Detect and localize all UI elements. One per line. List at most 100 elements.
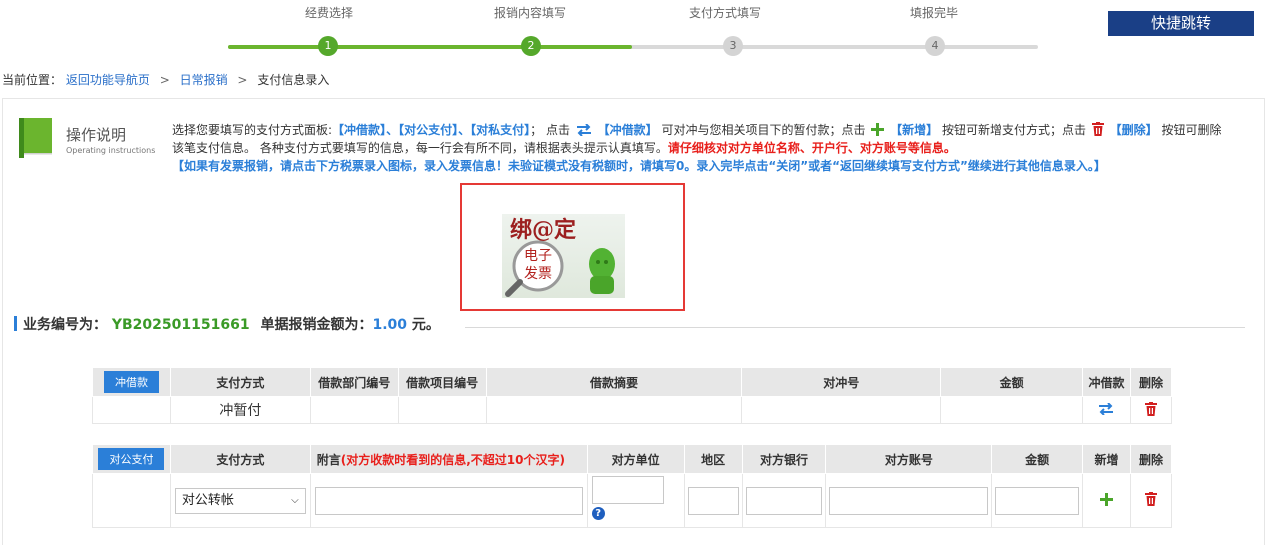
table-header: 支付方式 bbox=[169, 367, 311, 397]
table-cell bbox=[940, 396, 1083, 424]
table-cell: 对公转帐 ⌵ bbox=[169, 473, 311, 528]
table-cell bbox=[1082, 396, 1131, 424]
note-hint: (对方收款时看到的信息,不超过10个汉字) bbox=[340, 452, 565, 467]
instr-part: 可对冲与您相关项目下的暂付款；点击 bbox=[661, 123, 866, 137]
table-cell bbox=[683, 473, 743, 528]
table-header: 冲借款 bbox=[92, 367, 171, 397]
instructions-text: 选择您要填写的支付方式面板:【冲借款】、【对公支付】、【对私支付】； 点击 【冲… bbox=[172, 121, 1232, 175]
table-cell bbox=[741, 473, 827, 528]
table-cell bbox=[825, 473, 993, 528]
amount-input[interactable] bbox=[995, 486, 1080, 515]
breadcrumb-link-home[interactable]: 返回功能导航页 bbox=[66, 73, 150, 87]
chevron-down-icon: ⌵ bbox=[291, 494, 299, 506]
table-cell bbox=[309, 396, 399, 424]
swap-icon bbox=[576, 124, 591, 136]
einvoice-entry-image[interactable]: 绑@定 电子 发票 bbox=[502, 214, 625, 298]
tab-loan-offset[interactable]: 冲借款 bbox=[103, 371, 159, 393]
quick-jump-button[interactable]: 快捷跳转 bbox=[1108, 11, 1254, 36]
table-header: 对方账号 bbox=[825, 444, 993, 474]
table-header: 删除 bbox=[1129, 367, 1173, 397]
table-row: 冲暂付 bbox=[92, 396, 1173, 424]
table-header: 对方银行 bbox=[741, 444, 827, 474]
instructions-invoice-note: 【如果有发票报销，请点击下方税票录入图标，录入发票信息！未验证模式没有税额时，请… bbox=[172, 159, 1106, 173]
table-header: 对公支付 bbox=[92, 444, 171, 474]
table-cell bbox=[741, 396, 942, 424]
table-cell bbox=[1082, 473, 1131, 528]
step-label-4: 填报完毕 bbox=[909, 6, 958, 20]
table-header: 借款摘要 bbox=[485, 367, 743, 397]
table-cell: ? bbox=[586, 473, 685, 528]
einvoice-label-2: 发票 bbox=[524, 266, 552, 282]
step-dot-1: 1 bbox=[318, 36, 338, 56]
instructions-warning: 请仔细核对对方单位名称、开户行、对方账号等信息。 bbox=[667, 141, 956, 155]
keyword-delete: 【删除】 bbox=[1109, 123, 1158, 137]
tab-corporate-payment[interactable]: 对公支付 bbox=[98, 448, 165, 470]
plus-icon[interactable] bbox=[1100, 492, 1114, 506]
breadcrumb: 当前位置： 返回功能导航页 > 日常报销 > 支付信息录入 bbox=[2, 71, 329, 88]
step-dot-2: 2 bbox=[521, 36, 541, 56]
table-cell bbox=[1129, 473, 1173, 528]
table-cell bbox=[92, 396, 171, 424]
table-cell bbox=[397, 396, 487, 424]
keyword-loan: 【冲借款】 bbox=[332, 123, 387, 137]
progress-track-fill bbox=[228, 45, 632, 49]
einvoice-title: 绑@定 bbox=[510, 217, 577, 243]
breadcrumb-separator: > bbox=[159, 73, 170, 87]
table-cell bbox=[1129, 396, 1173, 424]
business-number: YB202501151661 bbox=[111, 317, 250, 333]
amount-unit: 元。 bbox=[411, 317, 440, 333]
instr-sep: 、 bbox=[386, 123, 399, 137]
amount-label: 单据报销金额为： bbox=[260, 317, 373, 333]
table-header: 借款项目编号 bbox=[397, 367, 487, 397]
step-label-2: 报销内容填写 bbox=[493, 6, 566, 20]
note-header: 附言 bbox=[316, 452, 341, 467]
breadcrumb-link-daily[interactable]: 日常报销 bbox=[180, 73, 228, 87]
table-header: 新增 bbox=[1082, 444, 1131, 474]
einvoice-label-1: 电子 bbox=[524, 248, 552, 264]
table-header: 金额 bbox=[940, 367, 1083, 397]
instr-part: 按钮可新增支付方式；点击 bbox=[941, 123, 1086, 137]
payee-account-input[interactable] bbox=[829, 486, 989, 515]
table-cell bbox=[485, 396, 743, 424]
breadcrumb-prefix: 当前位置： bbox=[2, 73, 63, 87]
table-header: 冲借款 bbox=[1082, 367, 1131, 397]
table-row: 对公转帐 ⌵ ? bbox=[92, 473, 1173, 528]
step-label-1: 经费选择 bbox=[304, 6, 353, 20]
payee-unit-input[interactable] bbox=[591, 476, 664, 504]
table-header: 支付方式 bbox=[169, 444, 311, 474]
trash-icon[interactable] bbox=[1144, 492, 1157, 506]
trash-icon[interactable] bbox=[1144, 401, 1157, 416]
table-header: 删除 bbox=[1129, 444, 1173, 474]
table-header: 对冲号 bbox=[741, 367, 942, 397]
table-cell bbox=[309, 473, 588, 528]
keyword-loan: 【冲借款】 bbox=[597, 123, 658, 137]
swap-icon[interactable] bbox=[1098, 401, 1114, 416]
payment-method-cell: 冲暂付 bbox=[169, 396, 311, 424]
table-cell bbox=[991, 473, 1084, 528]
keyword-corp: 【对公支付】 bbox=[398, 123, 459, 137]
step-dot-4: 4 bbox=[925, 36, 945, 56]
table-header: 附言(对方收款时看到的信息,不超过10个汉字) bbox=[309, 444, 588, 474]
loan-offset-table: 冲借款 支付方式 借款部门编号 借款项目编号 借款摘要 对冲号 金额 冲借款 删… bbox=[92, 367, 1173, 424]
table-header: 地区 bbox=[683, 444, 743, 474]
instr-sep: 、 bbox=[458, 123, 471, 137]
breadcrumb-current: 支付信息录入 bbox=[257, 73, 330, 87]
region-input[interactable] bbox=[687, 486, 739, 515]
instr-part: 选择您要填写的支付方式面板: bbox=[172, 123, 333, 137]
instructions-title: 操作说明 bbox=[66, 126, 127, 144]
step-dot-3: 3 bbox=[723, 36, 743, 56]
instr-part: ； 点击 bbox=[530, 123, 570, 137]
step-label-3: 支付方式填写 bbox=[688, 6, 761, 20]
help-icon[interactable]: ? bbox=[591, 507, 605, 520]
note-input[interactable] bbox=[314, 486, 583, 515]
payee-bank-input[interactable] bbox=[745, 486, 823, 515]
divider bbox=[465, 327, 1245, 328]
table-header: 对方单位 bbox=[586, 444, 685, 474]
keyword-private: 【对私支付】 bbox=[470, 123, 531, 137]
keyword-add: 【新增】 bbox=[890, 123, 939, 137]
progress-steps: 经费选择 1 报销内容填写 2 支付方式填写 3 填报完毕 4 bbox=[0, 0, 1100, 62]
amount-value: 1.00 bbox=[372, 317, 407, 333]
business-summary: 业务编号为： YB202501151661 单据报销金额为：1.00 元。 bbox=[14, 314, 440, 334]
plus-icon bbox=[871, 123, 885, 136]
payment-method-select[interactable]: 对公转帐 ⌵ bbox=[174, 487, 306, 514]
